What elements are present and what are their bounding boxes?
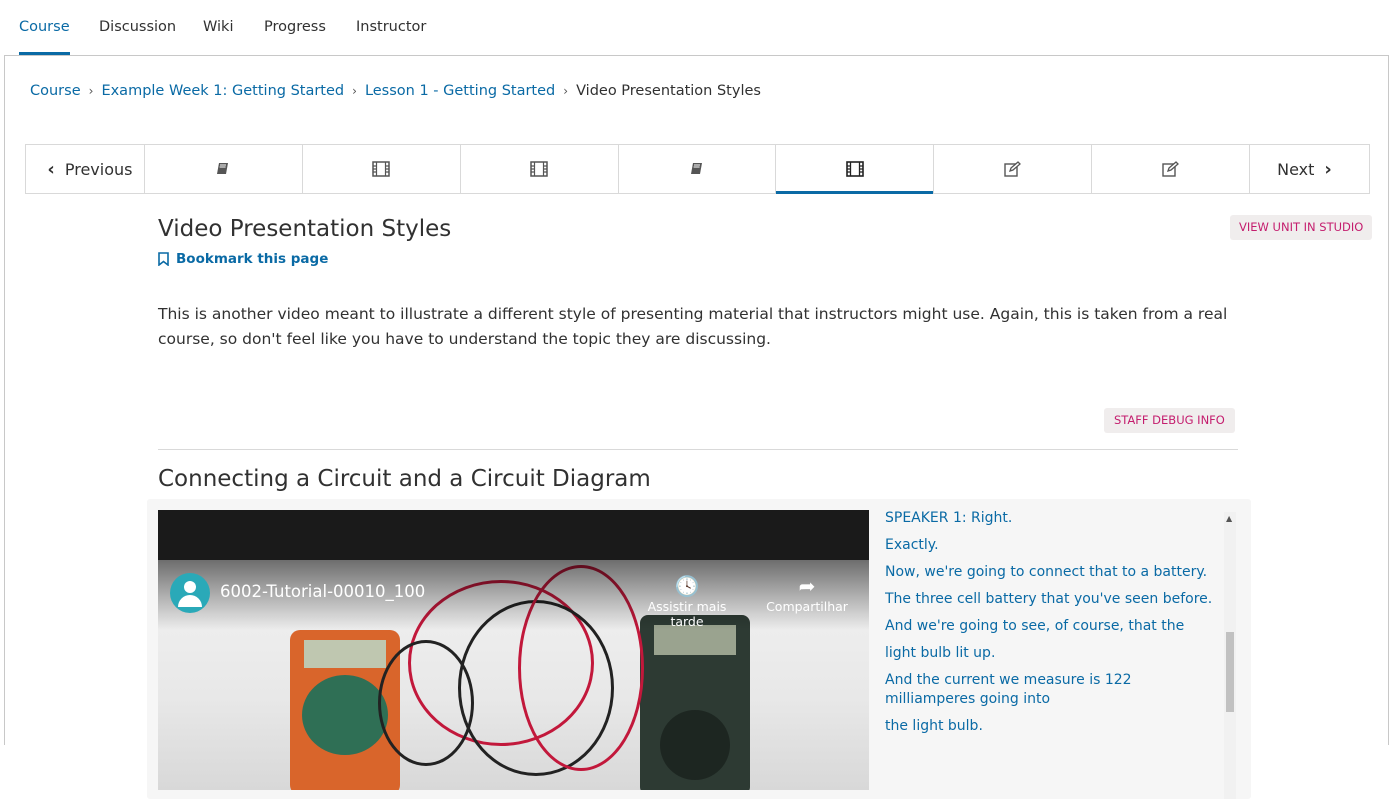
unit-tab-7[interactable] [1092, 145, 1251, 193]
wire-image [378, 640, 474, 766]
channel-avatar-icon[interactable] [170, 573, 210, 613]
course-tabs: Course Discussion Wiki Progress Instruct… [4, 0, 1391, 55]
next-button[interactable]: Next › [1250, 145, 1369, 193]
next-label: Next [1277, 159, 1315, 179]
film-icon [372, 161, 390, 177]
watch-later-button[interactable]: 🕓 Assistir mais tarde [637, 573, 737, 629]
chevron-right-icon: › [563, 84, 569, 98]
unit-tab-5[interactable] [776, 145, 935, 194]
watch-later-label: Assistir mais tarde [647, 599, 727, 629]
multimeter-image [640, 615, 750, 790]
tab-course[interactable]: Course [19, 0, 70, 55]
breadcrumb: Course › Example Week 1: Getting Started › L… [30, 83, 761, 99]
breadcrumb-current: Video Presentation Styles [576, 83, 761, 99]
transcript-line[interactable]: And the current we measure is 122 millia… [885, 671, 1215, 709]
transcript-line[interactable]: light bulb lit up. [885, 644, 1215, 663]
unit-description: This is another video meant to illustrat… [158, 305, 1228, 348]
transcript-scrollbar[interactable]: ▲ [1224, 512, 1236, 799]
chevron-right-icon: › [88, 84, 94, 98]
share-icon: ➦ [798, 574, 816, 598]
tab-instructor[interactable]: Instructor [356, 0, 426, 55]
chevron-right-icon: › [1324, 158, 1332, 180]
transcript-line[interactable]: Now, we're going to connect that to a ba… [885, 563, 1215, 582]
edit-icon [1161, 161, 1179, 177]
book-icon [690, 163, 702, 174]
transcript-line[interactable]: SPEAKER 1: Right. [885, 509, 1215, 528]
video-title-link[interactable]: 6002-Tutorial-00010_100 [220, 582, 425, 601]
bookmark-button[interactable]: Bookmark this page [158, 251, 328, 267]
view-unit-in-studio-button[interactable]: VIEW UNIT IN STUDIO [1230, 215, 1373, 240]
video-heading: Connecting a Circuit and a Circuit Diagr… [158, 466, 651, 492]
unit-tab-2[interactable] [303, 145, 461, 193]
clock-icon: 🕓 [674, 574, 700, 598]
previous-button[interactable]: ‹ Previous [26, 145, 145, 193]
main-panel: Course › Example Week 1: Getting Started › L… [4, 55, 1389, 799]
staff-debug-info-button[interactable]: STAFF DEBUG INFO [1104, 408, 1235, 433]
chevron-right-icon: › [352, 84, 357, 98]
bookmark-label: Bookmark this page [176, 251, 329, 267]
transcript-line[interactable]: And we're going to see, of course, that … [885, 617, 1215, 636]
unit-tab-4[interactable] [619, 145, 777, 193]
unit-title: Video Presentation Styles [158, 216, 452, 242]
tab-discussion[interactable]: Discussion [99, 0, 176, 55]
unit-tab-6[interactable] [934, 145, 1093, 193]
scrollbar-thumb[interactable] [1226, 632, 1234, 712]
film-icon [530, 161, 548, 177]
transcript-panel: SPEAKER 1: Right. Exactly. Now, we're go… [885, 509, 1215, 799]
breadcrumb-course-link[interactable]: Course [30, 83, 81, 99]
unit-tab-3[interactable] [461, 145, 619, 193]
transcript-line[interactable]: the light bulb. [885, 717, 1215, 736]
transcript-line[interactable]: The three cell battery that you've seen … [885, 590, 1215, 609]
video-block: 6002-Tutorial-00010_100 🕓 Assistir mais … [147, 499, 1251, 799]
sequence-nav: ‹ Previous Next › [25, 144, 1370, 194]
bookmark-icon [158, 252, 169, 266]
video-player[interactable]: 6002-Tutorial-00010_100 🕓 Assistir mais … [158, 510, 869, 790]
chevron-left-icon: ‹ [47, 158, 55, 180]
previous-label: Previous [64, 159, 133, 179]
scroll-up-icon[interactable]: ▲ [1226, 514, 1232, 523]
unit-tab-1[interactable] [145, 145, 303, 193]
transcript-line[interactable]: Exactly. [885, 536, 1215, 555]
share-button[interactable]: ➦ Compartilhar [757, 573, 857, 614]
share-label: Compartilhar [766, 599, 848, 614]
film-icon [846, 161, 864, 177]
divider [158, 449, 1238, 450]
edit-icon [1004, 161, 1021, 177]
breadcrumb-week-link[interactable]: Example Week 1: Getting Started [101, 83, 344, 99]
book-icon [217, 163, 229, 174]
tab-progress[interactable]: Progress [264, 0, 326, 55]
breadcrumb-lesson-link[interactable]: Lesson 1 - Getting Started [365, 83, 555, 99]
tab-wiki[interactable]: Wiki [203, 0, 233, 55]
